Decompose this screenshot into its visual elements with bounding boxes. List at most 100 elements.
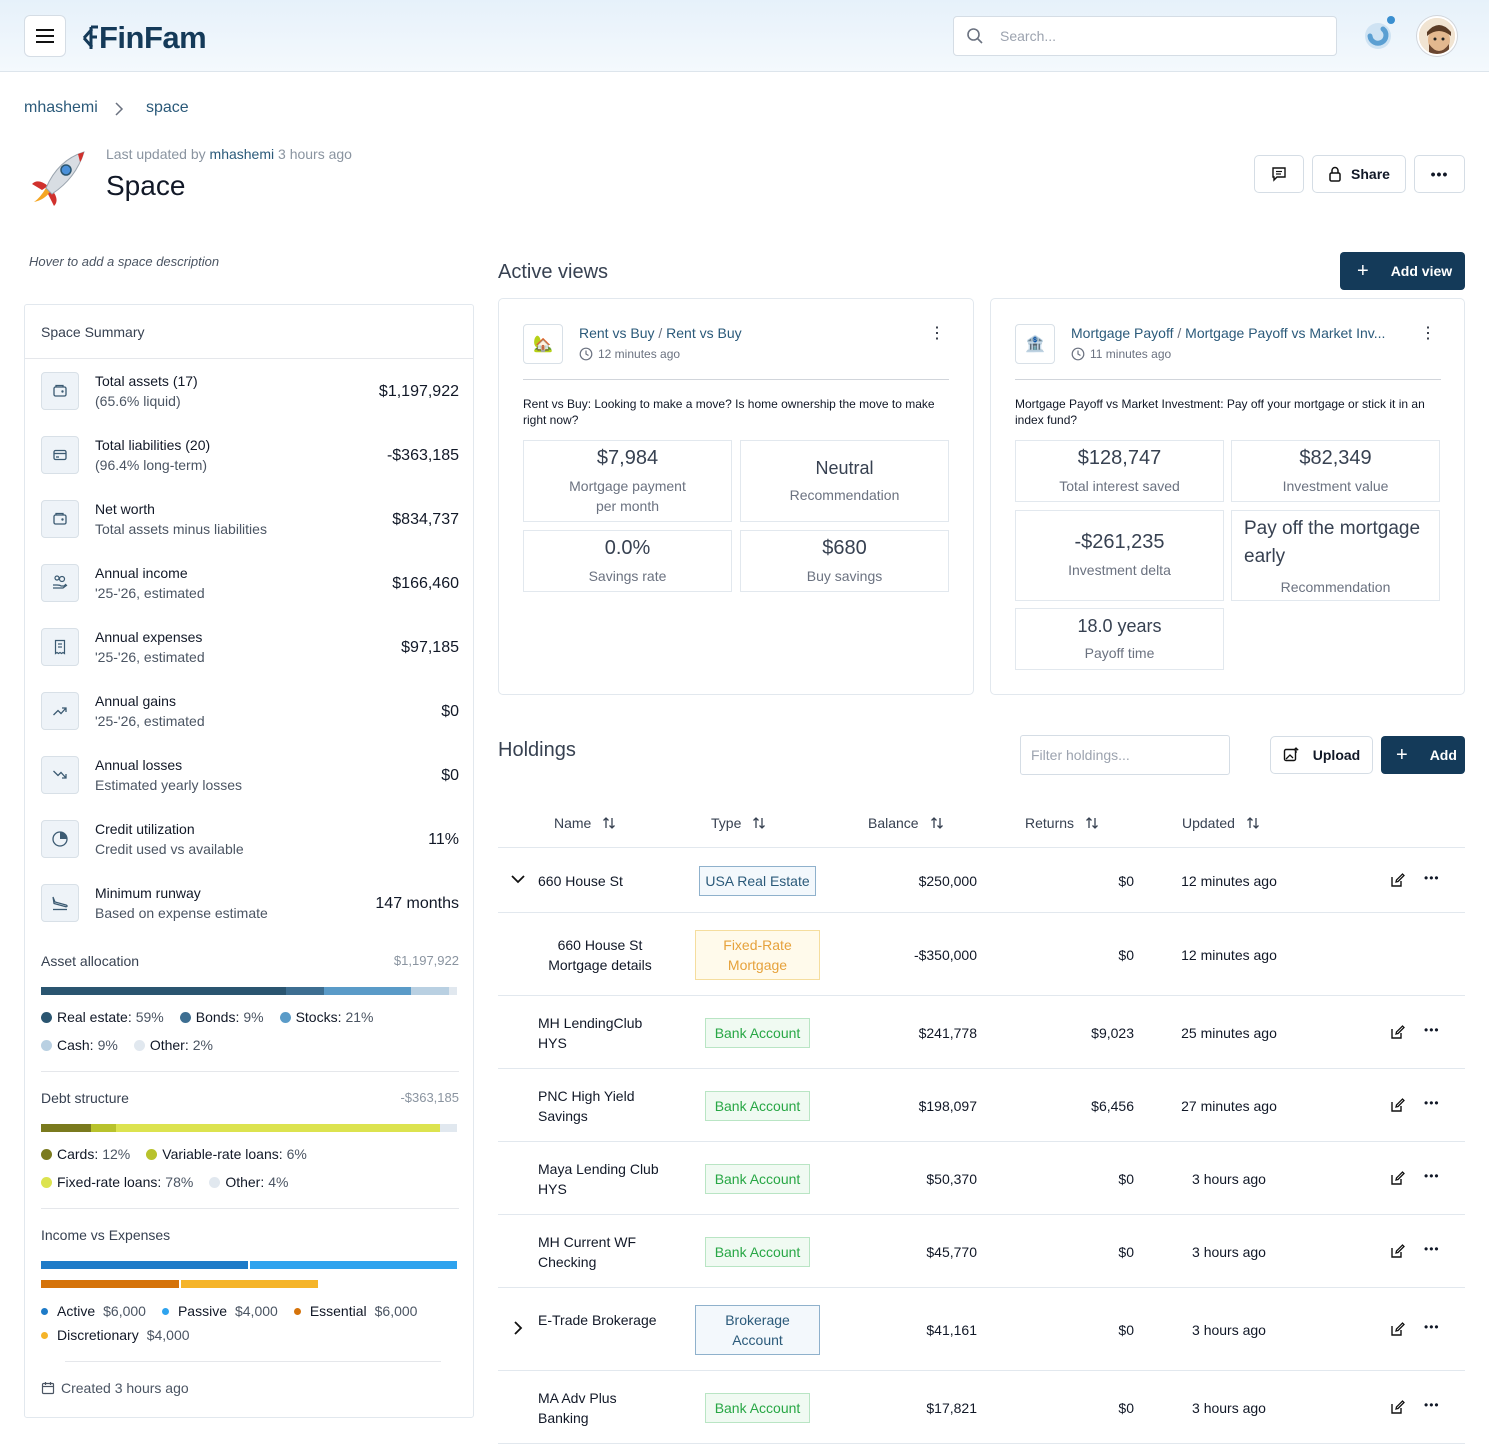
legend-swatch [41, 1307, 48, 1315]
holding-name[interactable]: 660 House St [538, 871, 664, 891]
table-row[interactable]: MA Adv Plus Banking Bank Account $17,821 $0… [498, 1371, 1465, 1444]
holding-returns: $0 [1118, 1399, 1134, 1416]
upload-button[interactable]: Upload [1270, 736, 1373, 774]
edit-icon[interactable] [1390, 1399, 1405, 1418]
holding-name[interactable]: MH Current WF Checking [538, 1232, 664, 1272]
legend-name: Passive [177, 1303, 227, 1319]
add-view-button[interactable]: + Add view [1340, 252, 1465, 290]
table-row[interactable]: 660 House St USA Real Estate $250,000 $0 12 … [498, 848, 1465, 913]
more-horizontal-icon[interactable]: ••• [1424, 871, 1440, 885]
column-header-balance[interactable]: Balance [868, 815, 945, 831]
more-horizontal-icon[interactable]: ••• [1424, 1169, 1440, 1183]
bar-segment [411, 987, 449, 995]
user-avatar[interactable] [1417, 16, 1457, 56]
legend-swatch [279, 1011, 291, 1023]
edit-icon[interactable] [1390, 1243, 1405, 1262]
table-row[interactable]: PNC High Yield Savings Bank Account $198,0… [498, 1069, 1465, 1142]
legend-swatch [41, 1331, 48, 1339]
column-header-returns[interactable]: Returns [1025, 815, 1100, 831]
filter-holdings-input[interactable] [1031, 747, 1219, 763]
more-horizontal-icon[interactable]: ••• [1424, 1242, 1440, 1256]
legend-name: Other: [149, 1037, 189, 1053]
holding-name[interactable]: MH LendingClub HYS [538, 1013, 664, 1053]
notifications-icon[interactable] [1360, 15, 1398, 53]
table-row[interactable]: Maya Lending Club HYS Bank Account $50,370… [498, 1142, 1465, 1215]
summary-row: Total assets (17) (65.6% liquid) $1,197,92… [41, 367, 459, 423]
hamburger-menu-button[interactable] [24, 15, 66, 57]
holding-name[interactable]: E-Trade Brokerage [538, 1310, 664, 1330]
chevron-right-icon[interactable] [510, 1320, 526, 1339]
sort-icon[interactable] [929, 815, 945, 831]
asset-allocation-total: $1,197,922 [393, 953, 459, 968]
holding-name[interactable]: 660 House St Mortgage details [538, 935, 662, 975]
holding-balance: $50,370 [926, 1170, 977, 1187]
table-row[interactable]: MH Current WF Checking Bank Account $45,77… [498, 1215, 1465, 1288]
column-header-updated[interactable]: Updated [1182, 815, 1261, 831]
view-card-title[interactable]: Rent vs Buy / Rent vs Buy [579, 325, 742, 341]
legend-name: Bonds: [195, 1009, 240, 1025]
view-card-mortgage-payoff[interactable]: 🏦 Mortgage Payoff / Mortgage Payoff vs M… [990, 298, 1465, 695]
breadcrumb-space[interactable]: space [146, 99, 189, 117]
legend-swatch [179, 1011, 191, 1023]
more-options-button[interactable]: ••• [1414, 155, 1465, 193]
more-horizontal-icon[interactable]: ••• [1424, 1023, 1440, 1037]
summary-row-subtitle: Based on expense estimate [95, 905, 268, 921]
summary-row-label: Annual expenses [95, 629, 203, 645]
edit-icon[interactable] [1390, 1024, 1405, 1043]
comment-button[interactable] [1254, 155, 1304, 193]
legend-name: Cash: [57, 1037, 94, 1053]
metric-box: $128,747 Total interest saved [1015, 440, 1224, 502]
legend-swatch [41, 1176, 52, 1188]
discretionary-expense-bar [181, 1280, 318, 1288]
holding-balance: $241,778 [918, 1024, 977, 1041]
holding-name[interactable]: MA Adv Plus Banking [538, 1388, 664, 1428]
holding-name[interactable]: Maya Lending Club HYS [538, 1159, 664, 1199]
summary-row: Total liabilities (20) (96.4% long-term) -… [41, 431, 459, 487]
plus-icon: + [1396, 743, 1408, 766]
breadcrumb-user[interactable]: mhashemi [24, 99, 98, 117]
holding-balance: $41,161 [926, 1321, 977, 1338]
legend-item: Active $6,000 [41, 1299, 146, 1323]
edit-icon[interactable] [1390, 872, 1405, 891]
legend-item: Passive $4,000 [161, 1299, 278, 1323]
sort-icon[interactable] [751, 815, 767, 831]
more-horizontal-icon[interactable]: ••• [1424, 1096, 1440, 1110]
edit-icon[interactable] [1390, 1321, 1405, 1340]
sort-icon[interactable] [601, 815, 617, 831]
legend-value: 6% [286, 1146, 307, 1162]
sort-icon[interactable] [1084, 815, 1100, 831]
view-card-title[interactable]: Mortgage Payoff / Mortgage Payoff vs Mar… [1071, 325, 1385, 341]
edit-icon[interactable] [1390, 1097, 1405, 1116]
filter-holdings-field[interactable] [1020, 735, 1230, 775]
chevron-down-icon[interactable] [510, 871, 526, 890]
share-button[interactable]: Share [1312, 155, 1406, 193]
bar-segment [286, 987, 324, 995]
edit-icon[interactable] [1390, 1170, 1405, 1189]
table-row[interactable]: MH LendingClub HYS Bank Account $241,778 $9… [498, 996, 1465, 1069]
more-vertical-icon[interactable]: ⋮ [1420, 323, 1436, 343]
brand-logo[interactable]: FinFam [82, 20, 207, 55]
table-row[interactable]: 660 House St Mortgage details Fixed-Rate … [498, 913, 1465, 996]
column-header-name[interactable]: Name [554, 815, 617, 831]
more-vertical-icon[interactable]: ⋮ [929, 323, 945, 343]
divider [41, 1071, 459, 1072]
holding-name[interactable]: PNC High Yield Savings [538, 1086, 664, 1126]
space-description-hint[interactable]: Hover to add a space description [29, 254, 219, 269]
holding-returns: $0 [1118, 1321, 1134, 1338]
last-updated-user-link[interactable]: mhashemi [210, 146, 275, 162]
add-holding-button[interactable]: + Add [1381, 736, 1465, 774]
table-row[interactable]: E-Trade Brokerage Brokerage Account $41,16… [498, 1288, 1465, 1371]
search-box[interactable] [953, 16, 1337, 56]
view-card-rent-vs-buy[interactable]: 🏡 Rent vs Buy / Rent vs Buy 12 minutes a… [498, 298, 974, 695]
more-horizontal-icon[interactable]: ••• [1424, 1398, 1440, 1412]
column-header-type[interactable]: Type [711, 815, 767, 831]
legend-swatch [161, 1307, 169, 1315]
chevron-right-icon [115, 102, 124, 116]
metric-box: $82,349 Investment value [1231, 440, 1440, 502]
more-horizontal-icon[interactable]: ••• [1424, 1320, 1440, 1334]
more-horizontal-icon: ••• [1430, 166, 1449, 182]
legend-value: 59% [135, 1009, 164, 1025]
sort-icon[interactable] [1245, 815, 1261, 831]
holding-type-badge: Bank Account [705, 1163, 810, 1194]
search-input[interactable] [1000, 28, 1320, 44]
